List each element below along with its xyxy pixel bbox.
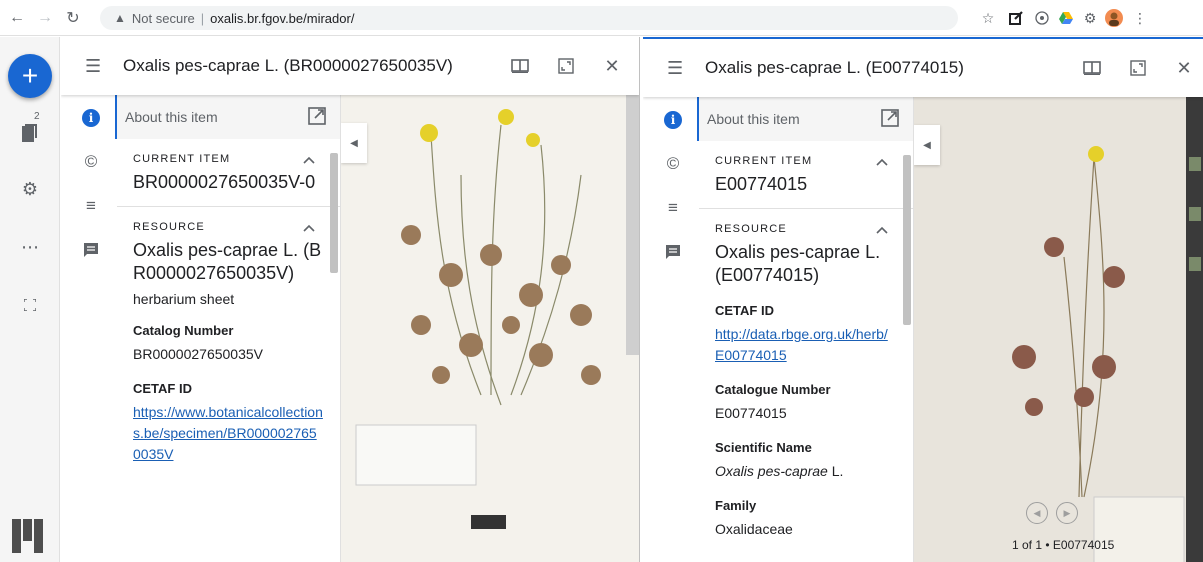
scientific-name-italic: Oxalis pes-caprae (715, 463, 828, 479)
image-canvas[interactable]: ◀ (341, 95, 639, 562)
copyright-icon[interactable]: © (662, 153, 684, 175)
add-resource-button[interactable]: + (8, 54, 52, 98)
open-external-icon[interactable] (308, 107, 326, 125)
resource-section: RESOURCE Oxalis pes-caprae L. (E00774015… (699, 209, 913, 552)
cetaf-id-link[interactable]: http://data.rbge.org.uk/herb/E00774015 (715, 324, 897, 366)
annotations-icon[interactable] (662, 241, 684, 263)
index-icon[interactable]: ≡ (80, 195, 102, 217)
puzzle-icon[interactable]: ⚙ (1080, 8, 1100, 28)
viewer-window-2: ☰ Oxalis pes-caprae L. (E00774015) ✕ i ©… (643, 37, 1203, 562)
book-view-icon[interactable] (1081, 57, 1103, 79)
info-icon[interactable]: i (80, 107, 102, 129)
current-item-section: CURRENT ITEM E00774015 (699, 141, 913, 209)
windows-list-icon[interactable] (18, 121, 42, 145)
close-icon[interactable]: ✕ (601, 55, 623, 77)
back-icon[interactable]: ← (6, 7, 28, 29)
next-page-icon[interactable]: ▶ (1056, 502, 1078, 524)
family-label: Family (715, 498, 757, 513)
kebab-menu-icon[interactable]: ⋮ (1130, 8, 1150, 28)
panel-header: About this item (117, 95, 340, 139)
catalog-number-label: Catalog Number (133, 323, 234, 338)
image-canvas[interactable]: ◀ ◀ ▶ 1 of 1 • E00774015 (914, 97, 1203, 562)
warning-icon: ▲ (114, 11, 126, 25)
resource-section: RESOURCE Oxalis pes-caprae L. (BR0000027… (117, 207, 340, 477)
more-icon[interactable]: ⋯ (18, 235, 42, 259)
info-panel: About this item CURRENT ITEM BR000002765… (117, 95, 341, 562)
current-item-label: CURRENT ITEM (715, 155, 813, 167)
window-topbar: ☰ Oxalis pes-caprae L. (BR0000027650035V… (61, 37, 639, 95)
settings-icon[interactable]: ⚙ (18, 177, 42, 201)
chevron-up-icon[interactable] (875, 157, 889, 167)
catalogue-number-label: Catalogue Number (715, 382, 831, 397)
browser-toolbar: ← → ↻ ▲ Not secure | oxalis.br.fgov.be/m… (0, 0, 1203, 36)
collapse-sidebar-button[interactable]: ◀ (914, 125, 940, 165)
url-text: oxalis.br.fgov.be/mirador/ (210, 10, 355, 26)
current-item-value: BR0000027650035V-0 (133, 172, 316, 192)
security-label: Not secure (131, 10, 195, 26)
workspace-rail: + 2 ⚙ ⋯ (0, 37, 60, 562)
viewer-window-1: ☰ Oxalis pes-caprae L. (BR0000027650035V… (61, 37, 640, 562)
forward-icon[interactable]: → (34, 7, 56, 29)
address-bar[interactable]: ▲ Not secure | oxalis.br.fgov.be/mirador… (100, 6, 958, 30)
cetaf-id-label: CETAF ID (133, 381, 192, 396)
current-item-label: CURRENT ITEM (133, 153, 231, 165)
resource-label: RESOURCE (133, 221, 205, 233)
chevron-up-icon[interactable] (302, 223, 316, 233)
panel-scrollbar[interactable] (330, 153, 338, 273)
scientific-name-label: Scientific Name (715, 440, 812, 455)
current-item-section: CURRENT ITEM BR0000027650035V-0 (117, 139, 340, 207)
close-icon[interactable]: ✕ (1173, 57, 1195, 79)
maximize-icon[interactable] (555, 55, 577, 77)
catalog-number-value: BR0000027650035V (133, 346, 264, 362)
resource-title: Oxalis pes-caprae L. (BR0000027650035V) (133, 240, 322, 283)
window-title: Oxalis pes-caprae L. (E00774015) (705, 58, 964, 77)
annotations-icon[interactable] (80, 239, 102, 261)
previous-page-icon[interactable]: ◀ (1026, 502, 1048, 524)
resource-title: Oxalis pes-caprae L. (E00774015) (715, 242, 881, 285)
reload-icon[interactable]: ↻ (62, 7, 84, 29)
panel-header: About this item (699, 97, 913, 141)
resource-label: RESOURCE (715, 223, 787, 235)
fullscreen-icon[interactable] (18, 293, 42, 317)
window-title: Oxalis pes-caprae L. (BR0000027650035V) (123, 56, 453, 75)
catalogue-number-value: E00774015 (715, 405, 787, 421)
chevron-up-icon[interactable] (302, 155, 316, 165)
windows-count-badge: 2 (34, 111, 40, 122)
info-icon[interactable]: i (662, 109, 684, 131)
hamburger-menu-icon[interactable]: ☰ (667, 58, 691, 79)
edit-extension-icon[interactable] (1006, 8, 1026, 28)
extension-circle-icon[interactable] (1032, 8, 1052, 28)
about-item-label: About this item (125, 109, 218, 125)
window-topbar: ☰ Oxalis pes-caprae L. (E00774015) ✕ (643, 39, 1203, 97)
info-panel: About this item CURRENT ITEM E00774015 R… (699, 97, 914, 562)
chevron-up-icon[interactable] (875, 225, 889, 235)
book-view-icon[interactable] (509, 55, 531, 77)
about-item-label: About this item (707, 111, 800, 127)
collapse-sidebar-button[interactable]: ◀ (341, 123, 367, 163)
page-info-text: 1 of 1 • E00774015 (1012, 538, 1115, 552)
cetaf-id-link[interactable]: https://www.botanicalcollections.be/spec… (133, 402, 324, 465)
herbarium-specimen-image (914, 97, 1203, 562)
hamburger-menu-icon[interactable]: ☰ (85, 56, 109, 77)
current-item-value: E00774015 (715, 174, 808, 194)
scientific-name-author: L. (827, 463, 844, 479)
index-icon[interactable]: ≡ (662, 197, 684, 219)
drive-icon[interactable] (1056, 8, 1076, 28)
avatar[interactable] (1104, 8, 1124, 28)
resource-subtitle: herbarium sheet (133, 291, 235, 307)
divider: | (200, 10, 205, 26)
maximize-icon[interactable] (1127, 57, 1149, 79)
herbarium-specimen-image (341, 95, 639, 562)
mirador-logo (12, 519, 43, 553)
family-value: Oxalidaceae (715, 521, 793, 537)
cetaf-id-label: CETAF ID (715, 303, 774, 318)
sidebar-icon-strip: i © ≡ (643, 97, 697, 562)
scientific-name-value: Oxalis pes-caprae L. (715, 461, 897, 482)
sidebar-icon-strip: i © ≡ (61, 95, 115, 562)
star-icon[interactable]: ☆ (978, 8, 998, 28)
panel-scrollbar[interactable] (903, 155, 911, 325)
open-external-icon[interactable] (881, 109, 899, 127)
copyright-icon[interactable]: © (80, 151, 102, 173)
